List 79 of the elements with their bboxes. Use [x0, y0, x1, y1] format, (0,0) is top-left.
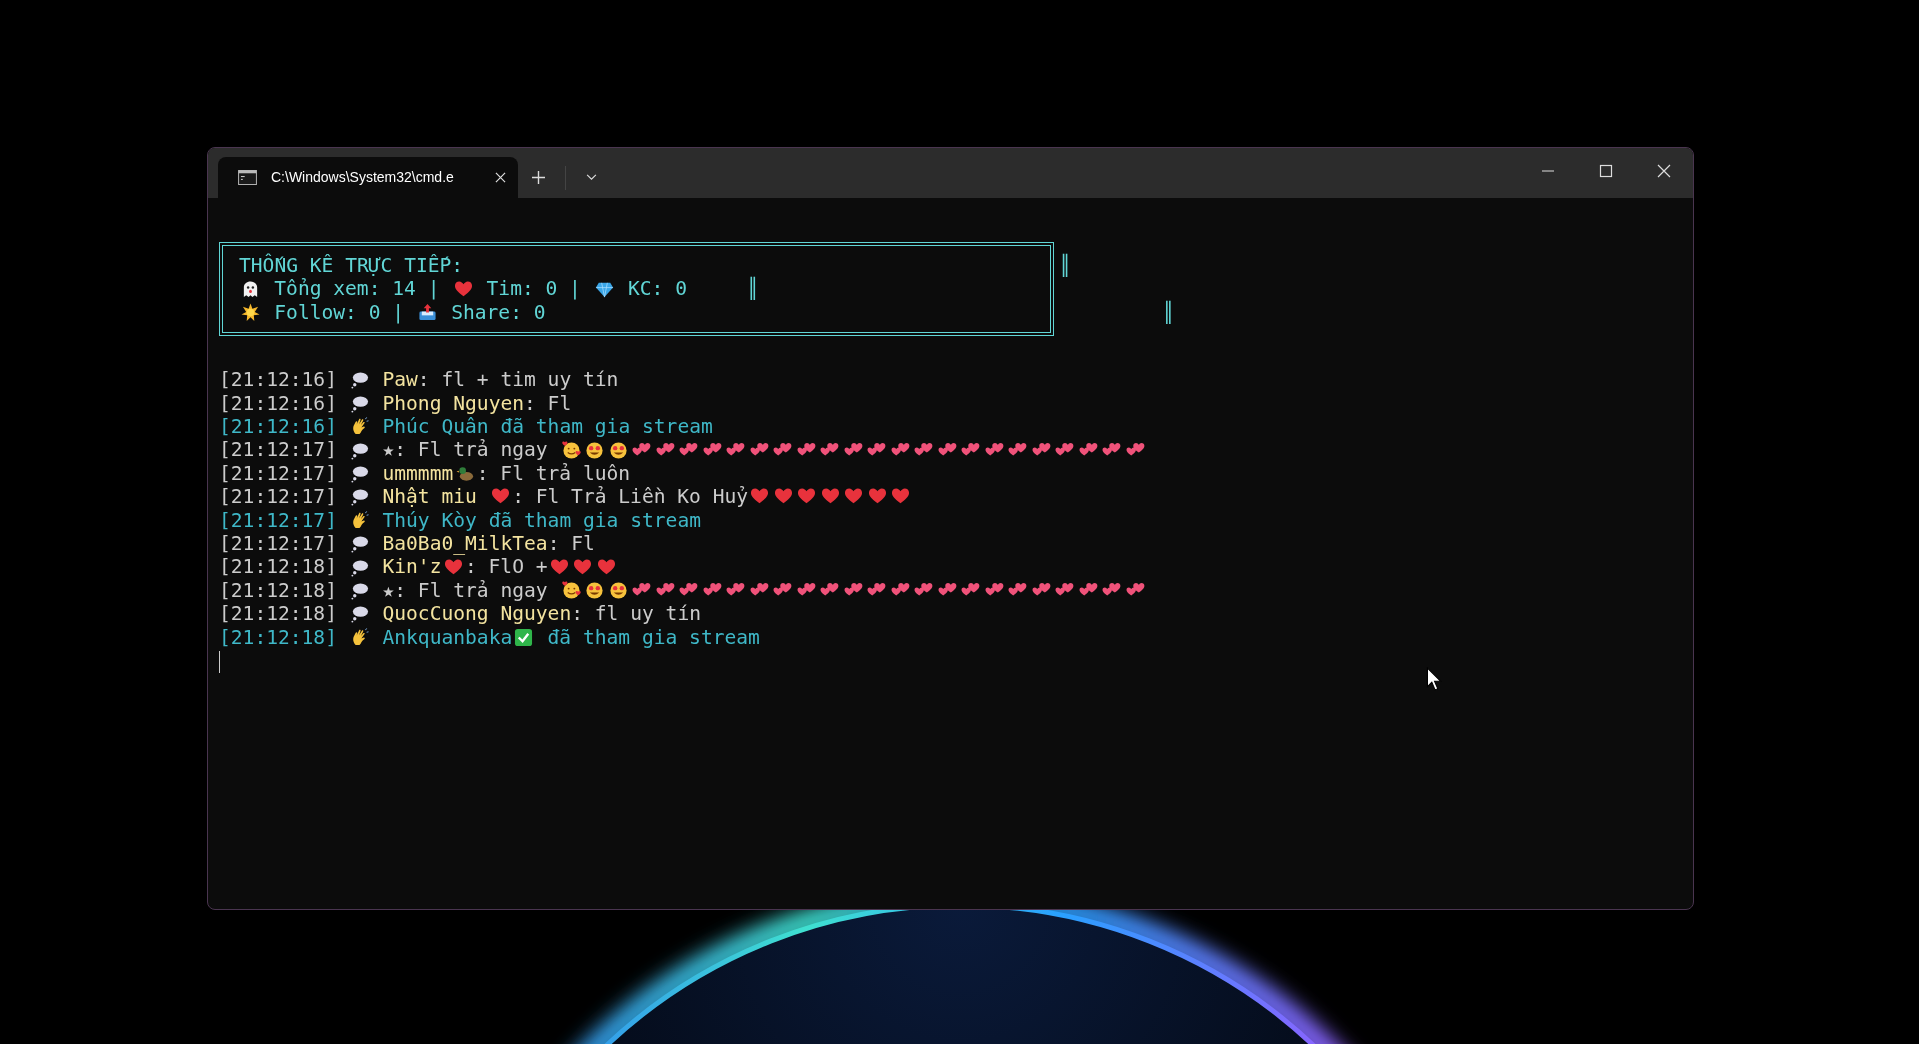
thought-bubble-icon — [350, 534, 370, 554]
box-edge-glyph: ║ — [747, 277, 759, 301]
username: Ankquanbaka — [382, 625, 513, 649]
stats-text: Share: 0 — [450, 300, 546, 325]
stats-text: Tổng xem: 14 | — [273, 277, 441, 301]
username: QuocCuong Nguyen — [382, 602, 572, 626]
timestamp: [21:12:18] — [219, 625, 337, 649]
smiling-face-icon — [561, 440, 581, 460]
heart-icon — [443, 557, 463, 577]
sun-icon — [241, 303, 261, 322]
timestamp: [21:12:16] — [219, 415, 337, 439]
stats-text: Follow: 0 | — [273, 300, 406, 325]
terminal-tab[interactable]: C:\Windows\System32\cmd.e — [218, 157, 518, 198]
timestamp: [21:12:17] — [219, 531, 337, 556]
message-text: : fl + tim uy tín — [417, 368, 619, 392]
timestamp: [21:12:17] — [219, 485, 337, 509]
stats-text: THỐNG KÊ TRỰC TIẾP: — [239, 254, 464, 278]
new-tab-plus-icon[interactable] — [532, 171, 545, 184]
thought-bubble-icon — [350, 463, 370, 483]
message-text: đã tham gia stream — [546, 625, 760, 649]
thought-bubble-icon — [350, 370, 370, 390]
username: Kin'z — [382, 555, 442, 579]
thought-bubble-icon — [350, 557, 370, 577]
timestamp: [21:12:18] — [219, 555, 337, 579]
waving-hand-icon — [350, 510, 370, 530]
maximize-icon[interactable] — [1599, 164, 1613, 178]
username: ummmmm — [382, 461, 454, 486]
heart-icon — [573, 557, 593, 577]
close-icon[interactable] — [495, 172, 506, 183]
console-icon — [238, 170, 257, 185]
message-text: : Fl trả luôn — [476, 461, 631, 486]
stats-text: Tim: 0 | — [485, 277, 582, 301]
heart-icon — [453, 279, 473, 299]
thought-bubble-icon — [350, 580, 370, 600]
star-eyes-face-icon — [585, 440, 605, 460]
box-edge-glyph: ║ — [1162, 300, 1175, 325]
timestamp: [21:12:17] — [219, 461, 337, 486]
star-eyes-face-icon — [608, 440, 628, 460]
close-window-icon[interactable] — [1657, 164, 1671, 178]
thought-bubble-icon — [350, 440, 370, 460]
message-text: : fl uy tín — [571, 602, 701, 626]
heart-icon — [549, 557, 569, 577]
mouse-pointer-icon — [1426, 667, 1442, 691]
tab-title: C:\Windows\System32\cmd.e — [271, 168, 454, 187]
message-text: : Fl Trả Liền Ko Huỷ — [512, 485, 749, 509]
username: Phúc Quân — [382, 415, 489, 439]
outbox-tray-icon — [418, 303, 438, 322]
timestamp: [21:12:18] — [219, 578, 337, 603]
username: Paw — [382, 368, 418, 392]
timestamp: [21:12:16] — [219, 391, 337, 415]
username: Ba0Ba0_MilkTea — [382, 531, 548, 556]
message-text: đã tham gia stream — [499, 415, 713, 439]
timestamp: [21:12:16] — [219, 368, 337, 392]
dropdown-chevron-icon[interactable] — [586, 174, 597, 181]
box-edge-glyph: ║ — [1059, 254, 1071, 278]
message-text: : FlO + — [464, 555, 548, 579]
message-text: đã tham gia stream — [487, 508, 701, 532]
username: Thúy Kòy — [382, 508, 477, 532]
star-eyes-face-icon — [585, 580, 605, 600]
smiling-face-icon — [561, 580, 581, 600]
timestamp: [21:12:17] — [219, 508, 337, 532]
message-text: ★: Fl trả ngay — [382, 438, 549, 462]
timestamp: [21:12:17] — [219, 438, 337, 462]
heart-icon — [596, 557, 616, 577]
username: Phong Nguyen — [382, 391, 525, 415]
message-text: : Fl — [524, 391, 572, 415]
username: Nhật miu — [382, 485, 478, 509]
star-eyes-face-icon — [608, 580, 628, 600]
thought-bubble-icon — [350, 604, 370, 624]
waving-hand-icon — [350, 627, 370, 647]
message-text: : Fl — [547, 531, 595, 556]
text-cursor — [219, 650, 220, 673]
thought-bubble-icon — [350, 487, 370, 507]
waving-hand-icon — [350, 417, 370, 437]
thought-bubble-icon — [350, 393, 370, 413]
check-icon — [514, 627, 534, 647]
timestamp: [21:12:18] — [219, 602, 337, 626]
stats-text: KC: 0 — [627, 277, 687, 301]
message-text: ★: Fl trả ngay — [382, 578, 549, 603]
